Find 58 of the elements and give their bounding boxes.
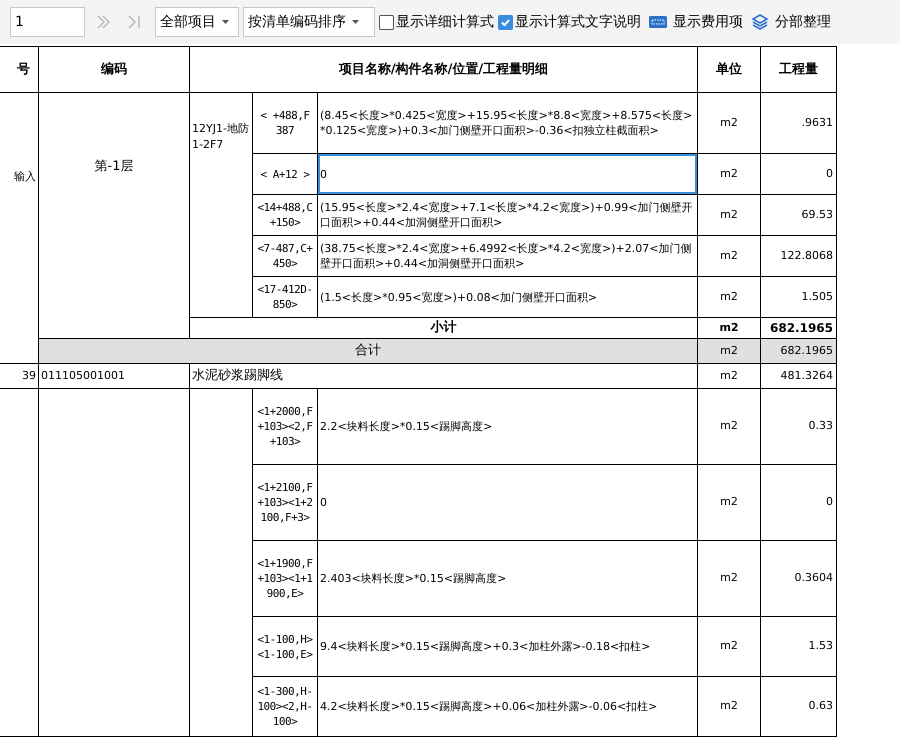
checkmark-icon: [500, 16, 511, 28]
table-cell: 0: [760, 154, 837, 194]
formula-cell: (1.5<长度>*0.95<宽度>)+0.08<加门侧壁开口面积>: [318, 276, 698, 318]
formula-cell: (8.45<长度>*0.425<宽度>+15.95<长度>*8.8<宽度>+8.575<长度>*0.125<宽度>)+0.3<加门侧壁开口面积>-0.36<扣独立柱截面积>: [318, 92, 698, 154]
formula-cell: (15.95<长度>*2.4<宽度>+7.1<长度>*4.2<宽度>)+0.99<加门侧壁开口面积>+0.44<加洞侧壁开口面积>: [318, 194, 698, 236]
formula-cell: (38.75<长度>*2.4<宽度>+6.4992<长度>*4.2<宽度>)+2.07<加门侧壁开口面积>+0.44<加洞侧壁开口面积>: [318, 236, 698, 276]
caret-icon: [222, 20, 229, 24]
table-cell: m2: [698, 676, 761, 736]
table-row-label: 合计: [38, 338, 698, 364]
table-cell: m2: [698, 236, 761, 276]
table-cell: 0.3604: [760, 540, 837, 616]
dropdown[interactable]: 全部项目: [155, 7, 239, 37]
column-header: 工程量: [760, 46, 837, 92]
checkbox[interactable]: 显示详细计算式: [379, 12, 494, 32]
table-cell: 682.1965: [760, 338, 837, 364]
table-cell: 69.53: [760, 194, 837, 236]
table-cell: 1.53: [760, 616, 837, 676]
table-cell: 122.8068: [760, 236, 837, 276]
checkbox[interactable]: 显示计算式文字说明: [498, 12, 641, 32]
table-cell: 39: [0, 364, 38, 388]
table-cell: 0.63: [760, 676, 837, 736]
table-cell: m2: [698, 92, 761, 154]
formula-cell: 4.2<块料长度>*0.15<踢脚高度>+0.06<加柱外露>-0.06<扣柱>: [318, 676, 698, 736]
table-cell: 0: [760, 464, 837, 540]
double-chevron-icon[interactable]: [95, 14, 111, 30]
table-cell: 1.505: [760, 276, 837, 318]
layers-icon: [751, 13, 769, 31]
table-cell: m2: [698, 388, 761, 464]
column-header: 编码: [38, 46, 190, 92]
table-cell: 0.33: [760, 388, 837, 464]
formula-cell: 2.2<块料长度>*0.15<踢脚高度>: [318, 388, 698, 464]
table-cell: m2: [698, 154, 761, 194]
table-cell: m2: [698, 194, 761, 236]
table-cell: m2: [698, 540, 761, 616]
table-cell: 输入: [0, 92, 38, 364]
table-cell: m2: [698, 616, 761, 676]
formula-cell: 2.403<块料长度>*0.15<踢脚高度>: [318, 540, 698, 616]
last-page-icon[interactable]: [127, 14, 141, 30]
page-input[interactable]: 1: [10, 7, 85, 37]
table-cell: m2: [698, 464, 761, 540]
table-cell: 12YJ1-地防1-2F7: [190, 92, 252, 318]
column-header: 项目名称/构件名称/位置/工程量明细: [190, 46, 698, 92]
table-cell: 011105001001: [38, 364, 190, 388]
column-header: 号: [0, 46, 38, 92]
table-cell: .9631: [760, 92, 837, 154]
toolbar-button[interactable]: 分部整理: [751, 12, 831, 32]
caret-icon: [352, 20, 359, 24]
table-cell: m2: [698, 364, 761, 388]
table-cell: m2: [698, 276, 761, 318]
table-cell: 481.3264: [760, 364, 837, 388]
table-cell: m2: [698, 338, 761, 364]
dropdown[interactable]: 按清单编码排序: [243, 7, 375, 37]
card-icon: [649, 16, 667, 28]
column-header: 单位: [698, 46, 761, 92]
formula-cell: 0: [318, 154, 698, 194]
formula-cell: 9.4<块料长度>*0.15<踢脚高度>+0.3<加柱外露>-0.18<扣柱>: [318, 616, 698, 676]
formula-cell: 0: [318, 464, 698, 540]
toolbar-button[interactable]: 显示费用项: [649, 12, 743, 32]
